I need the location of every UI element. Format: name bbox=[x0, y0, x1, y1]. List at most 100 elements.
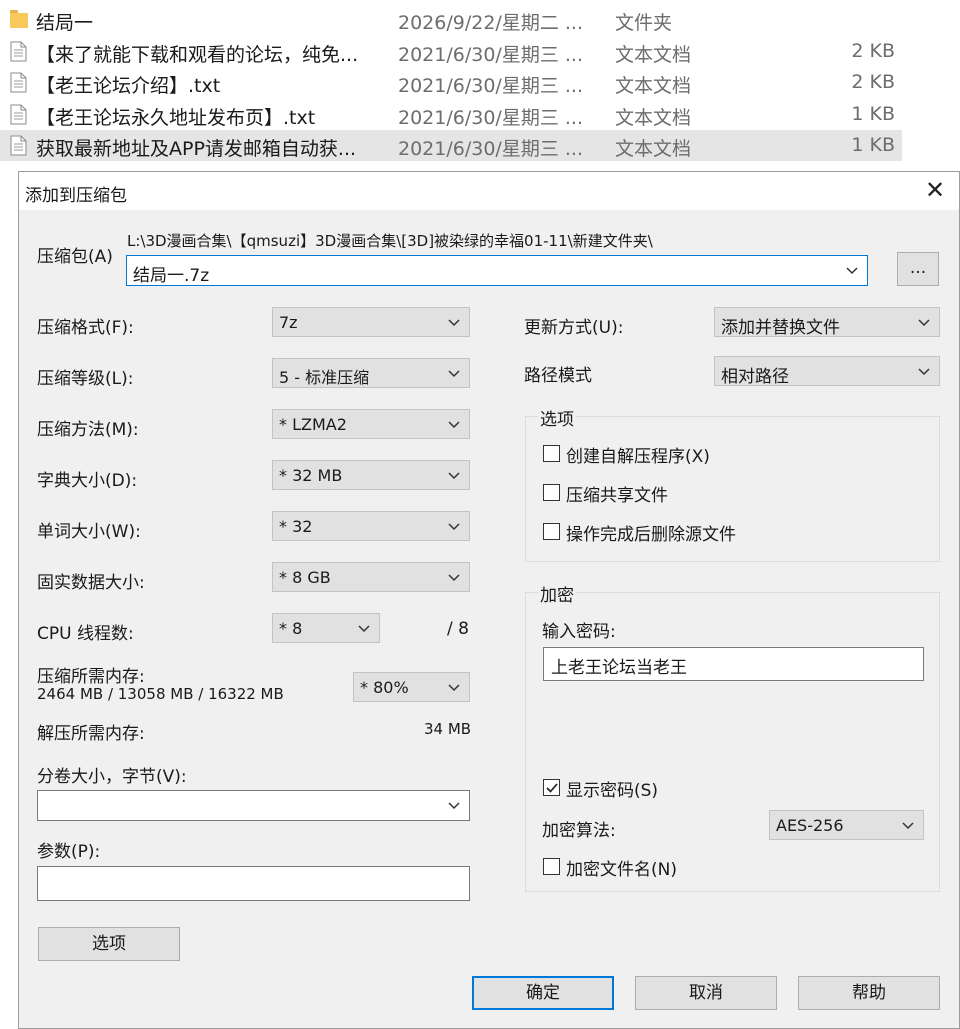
text-document-icon bbox=[10, 104, 27, 125]
shared-files-label: 压缩共享文件 bbox=[566, 486, 668, 506]
password-label: 输入密码: bbox=[542, 622, 616, 642]
file-size: 2 KB bbox=[851, 40, 895, 62]
file-row-selected[interactable]: 获取最新地址及APP请发邮箱自动获... 2021/6/30/星期三 ... 文… bbox=[0, 130, 902, 161]
archive-name-combo[interactable]: 结局一.7z bbox=[126, 255, 868, 286]
chevron-down-icon bbox=[901, 818, 915, 832]
checkbox-box bbox=[543, 445, 560, 462]
memory-value: 2464 MB / 13058 MB / 16322 MB bbox=[37, 685, 284, 703]
file-row[interactable]: 【老王论坛永久地址发布页】.txt 2021/6/30/星期三 ... 文本文档… bbox=[0, 99, 902, 130]
dialog-titlebar: 添加到压缩包 ✕ bbox=[19, 172, 959, 210]
file-type: 文件夹 bbox=[615, 12, 673, 34]
encryption-method-value: AES-256 bbox=[776, 816, 844, 835]
cpu-threads-select[interactable]: * 8 bbox=[272, 613, 380, 643]
folder-icon bbox=[10, 10, 28, 28]
cancel-button[interactable]: 取消 bbox=[635, 976, 777, 1010]
update-mode-value: 添加并替换文件 bbox=[721, 318, 840, 338]
solid-size-label: 固实数据大小: bbox=[37, 573, 145, 593]
text-document-icon bbox=[10, 41, 27, 62]
parameters-input[interactable] bbox=[37, 866, 470, 901]
format-label: 压缩格式(F): bbox=[37, 318, 134, 338]
close-icon[interactable]: ✕ bbox=[921, 176, 949, 204]
file-list: 结局一 2026/9/22/星期二 ... 文件夹 【来了就能下载和观看的论坛，… bbox=[0, 0, 960, 168]
cpu-threads-max: / 8 bbox=[447, 619, 469, 639]
file-row[interactable]: 【老王论坛介绍】.txt 2021/6/30/星期三 ... 文本文档 2 KB bbox=[0, 67, 902, 98]
file-type: 文本文档 bbox=[615, 107, 692, 129]
path-mode-value: 相对路径 bbox=[721, 367, 789, 387]
file-type: 文本文档 bbox=[615, 138, 692, 160]
archive-label: 压缩包(A) bbox=[37, 247, 113, 267]
file-name: 获取最新地址及APP请发邮箱自动获... bbox=[36, 138, 357, 160]
memory-percent-value: * 80% bbox=[360, 678, 409, 697]
create-sfx-label: 创建自解压程序(X) bbox=[566, 447, 710, 467]
chevron-down-icon bbox=[447, 680, 461, 694]
file-name: 【老王论坛介绍】.txt bbox=[36, 75, 221, 97]
file-date: 2021/6/30/星期三 ... bbox=[398, 138, 583, 160]
path-mode-select[interactable]: 相对路径 bbox=[714, 356, 940, 387]
chevron-down-icon bbox=[917, 315, 931, 329]
encrypt-filenames-label: 加密文件名(N) bbox=[566, 860, 677, 880]
format-value: 7z bbox=[279, 313, 298, 332]
chevron-down-icon bbox=[917, 364, 931, 378]
chevron-down-icon bbox=[447, 417, 461, 431]
archive-path: L:\3D漫画合集\【qmsuzi】3D漫画合集\[3D]被染绿的幸福01-11… bbox=[127, 232, 653, 250]
encryption-group: 加密 输入密码: 上老王论坛当老王 显示密码(S) 加密算法: AES-256 … bbox=[525, 581, 940, 892]
file-type: 文本文档 bbox=[615, 44, 692, 66]
method-select[interactable]: * LZMA2 bbox=[272, 409, 470, 439]
dialog-title: 添加到压缩包 bbox=[25, 186, 127, 206]
chevron-down-icon bbox=[447, 798, 461, 812]
solid-size-select[interactable]: * 8 GB bbox=[272, 562, 470, 592]
chevron-down-icon bbox=[447, 570, 461, 584]
file-row[interactable]: 结局一 2026/9/22/星期二 ... 文件夹 bbox=[0, 4, 902, 35]
dictionary-select[interactable]: * 32 MB bbox=[272, 460, 470, 490]
archive-name-value: 结局一.7z bbox=[133, 266, 210, 286]
add-to-archive-dialog: 添加到压缩包 ✕ 压缩包(A) L:\3D漫画合集\【qmsuzi】3D漫画合集… bbox=[18, 171, 960, 1029]
delete-after-label: 操作完成后删除源文件 bbox=[566, 525, 736, 545]
cpu-threads-value: * 8 bbox=[279, 619, 303, 638]
file-date: 2026/9/22/星期二 ... bbox=[398, 12, 583, 34]
options-group-title: 选项 bbox=[538, 405, 576, 430]
help-button[interactable]: 帮助 bbox=[798, 976, 940, 1010]
path-mode-label: 路径模式 bbox=[524, 366, 592, 386]
dictionary-label: 字典大小(D): bbox=[37, 471, 138, 491]
solid-size-value: * 8 GB bbox=[279, 568, 331, 587]
file-date: 2021/6/30/星期三 ... bbox=[398, 107, 583, 129]
options-button[interactable]: 选项 bbox=[38, 927, 180, 961]
checkbox-box bbox=[543, 484, 560, 501]
text-document-icon bbox=[10, 135, 27, 156]
password-input[interactable]: 上老王论坛当老王 bbox=[543, 647, 924, 681]
decompress-memory-value: 34 MB bbox=[424, 720, 472, 738]
encryption-method-select[interactable]: AES-256 bbox=[769, 810, 924, 840]
text-document-icon bbox=[10, 72, 27, 93]
encryption-group-title: 加密 bbox=[538, 581, 576, 606]
checkmark-icon bbox=[546, 783, 558, 793]
ok-button[interactable]: 确定 bbox=[472, 976, 614, 1010]
word-size-value: * 32 bbox=[279, 517, 313, 536]
checkbox-box bbox=[543, 523, 560, 540]
file-date: 2021/6/30/星期三 ... bbox=[398, 44, 583, 66]
chevron-down-icon bbox=[447, 315, 461, 329]
file-row[interactable]: 【来了就能下载和观看的论坛，纯免... 2021/6/30/星期三 ... 文本… bbox=[0, 36, 902, 67]
word-size-label: 单词大小(W): bbox=[37, 522, 141, 542]
parameters-label: 参数(P): bbox=[37, 842, 101, 862]
cpu-threads-label: CPU 线程数: bbox=[37, 624, 134, 644]
memory-percent-select[interactable]: * 80% bbox=[353, 672, 470, 702]
password-value: 上老王论坛当老王 bbox=[551, 658, 687, 678]
dictionary-value: * 32 MB bbox=[279, 466, 343, 485]
options-group: 选项 创建自解压程序(X) 压缩共享文件 操作完成后删除源文件 bbox=[525, 405, 940, 562]
decompress-memory-label: 解压所需内存: bbox=[37, 724, 145, 744]
chevron-down-icon bbox=[845, 263, 859, 277]
volume-size-label: 分卷大小，字节(V): bbox=[37, 767, 187, 787]
memory-label: 压缩所需内存: bbox=[37, 667, 145, 687]
browse-button[interactable]: ... bbox=[897, 252, 939, 286]
format-select[interactable]: 7z bbox=[272, 307, 470, 337]
encryption-method-label: 加密算法: bbox=[542, 821, 616, 841]
file-name: 【老王论坛永久地址发布页】.txt bbox=[36, 107, 316, 129]
volume-size-combo[interactable] bbox=[37, 790, 470, 821]
chevron-down-icon bbox=[357, 621, 371, 635]
file-size: 1 KB bbox=[851, 134, 895, 156]
level-select[interactable]: 5 - 标准压缩 bbox=[272, 358, 470, 388]
update-mode-select[interactable]: 添加并替换文件 bbox=[714, 307, 940, 338]
chevron-down-icon bbox=[447, 366, 461, 380]
file-size: 2 KB bbox=[851, 71, 895, 93]
word-size-select[interactable]: * 32 bbox=[272, 511, 470, 541]
